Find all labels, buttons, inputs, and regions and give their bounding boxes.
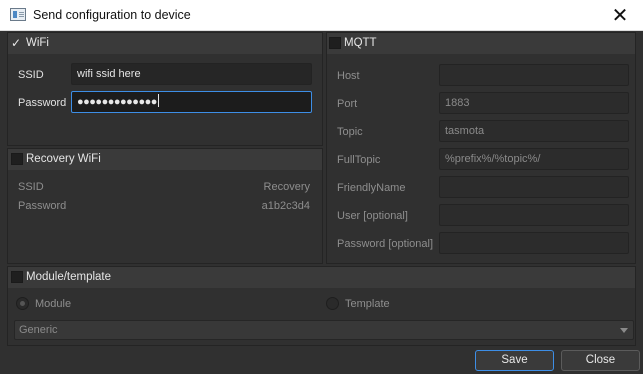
- module-template-checkbox[interactable]: [11, 271, 23, 283]
- wifi-password-label: Password: [18, 97, 67, 109]
- mqtt-host-label: Host: [337, 70, 360, 82]
- chevron-down-icon: [620, 328, 628, 333]
- title-bar: Send configuration to device ✕: [0, 0, 643, 31]
- mqtt-user-input[interactable]: [439, 204, 629, 226]
- module-select-value: Generic: [19, 324, 58, 336]
- mqtt-port-label: Port: [337, 98, 358, 110]
- mqtt-topic-label: Topic: [337, 126, 363, 138]
- recovery-wifi-group-label: Recovery WiFi: [26, 153, 101, 165]
- wifi-ssid-input[interactable]: wifi ssid here: [71, 63, 312, 85]
- mqtt-password-input[interactable]: [439, 232, 629, 254]
- mqtt-host-input[interactable]: [439, 64, 629, 86]
- wifi-group: ✓ WiFi SSID wifi ssid here Password ●●●●…: [7, 32, 323, 146]
- close-button[interactable]: Close: [561, 350, 640, 371]
- module-select[interactable]: Generic: [14, 320, 634, 340]
- module-radio[interactable]: [16, 297, 29, 310]
- recovery-password-value: a1b2c3d4: [261, 200, 310, 212]
- template-radio-label: Template: [345, 298, 390, 310]
- mqtt-fulltopic-label: FullTopic: [337, 154, 381, 166]
- template-radio[interactable]: [326, 297, 339, 310]
- mqtt-friendlyname-label: FriendlyName: [337, 182, 406, 194]
- window-title: Send configuration to device: [33, 8, 191, 22]
- mqtt-password-label: Password [optional]: [337, 238, 433, 250]
- recovery-wifi-checkbox[interactable]: [11, 153, 23, 165]
- mqtt-port-input[interactable]: 1883: [439, 92, 629, 114]
- recovery-password-label: Password: [18, 200, 67, 212]
- module-radio-label: Module: [35, 298, 72, 310]
- recovery-ssid-label: SSID: [18, 181, 44, 193]
- send-config-dialog: Send configuration to device ✕ ✓ WiFi SS…: [0, 0, 643, 374]
- wifi-password-input[interactable]: ●●●●●●●●●●●●●: [71, 91, 312, 113]
- wifi-group-label: WiFi: [26, 37, 49, 49]
- recovery-wifi-group: Recovery WiFi SSID Recovery Password a1b…: [7, 148, 323, 264]
- module-template-group-label: Module/template: [26, 271, 112, 283]
- text-caret: [157, 94, 159, 107]
- wifi-checkbox[interactable]: ✓: [11, 37, 23, 49]
- mqtt-fulltopic-input[interactable]: %prefix%/%topic%/: [439, 148, 629, 170]
- app-icon: [10, 8, 26, 21]
- mqtt-checkbox[interactable]: [329, 37, 341, 49]
- wifi-group-header: [8, 33, 322, 54]
- mqtt-group: MQTT Host Port 1883 Topic tasmota FullTo…: [326, 32, 636, 264]
- mqtt-topic-input[interactable]: tasmota: [439, 120, 629, 142]
- mqtt-friendlyname-input[interactable]: [439, 176, 629, 198]
- mqtt-group-label: MQTT: [344, 37, 377, 49]
- close-window-icon[interactable]: ✕: [597, 0, 643, 31]
- mqtt-user-label: User [optional]: [337, 210, 408, 222]
- recovery-ssid-value: Recovery: [263, 181, 310, 193]
- wifi-password-value: ●●●●●●●●●●●●●: [77, 96, 157, 108]
- wifi-ssid-label: SSID: [18, 69, 44, 81]
- save-button[interactable]: Save: [475, 350, 554, 371]
